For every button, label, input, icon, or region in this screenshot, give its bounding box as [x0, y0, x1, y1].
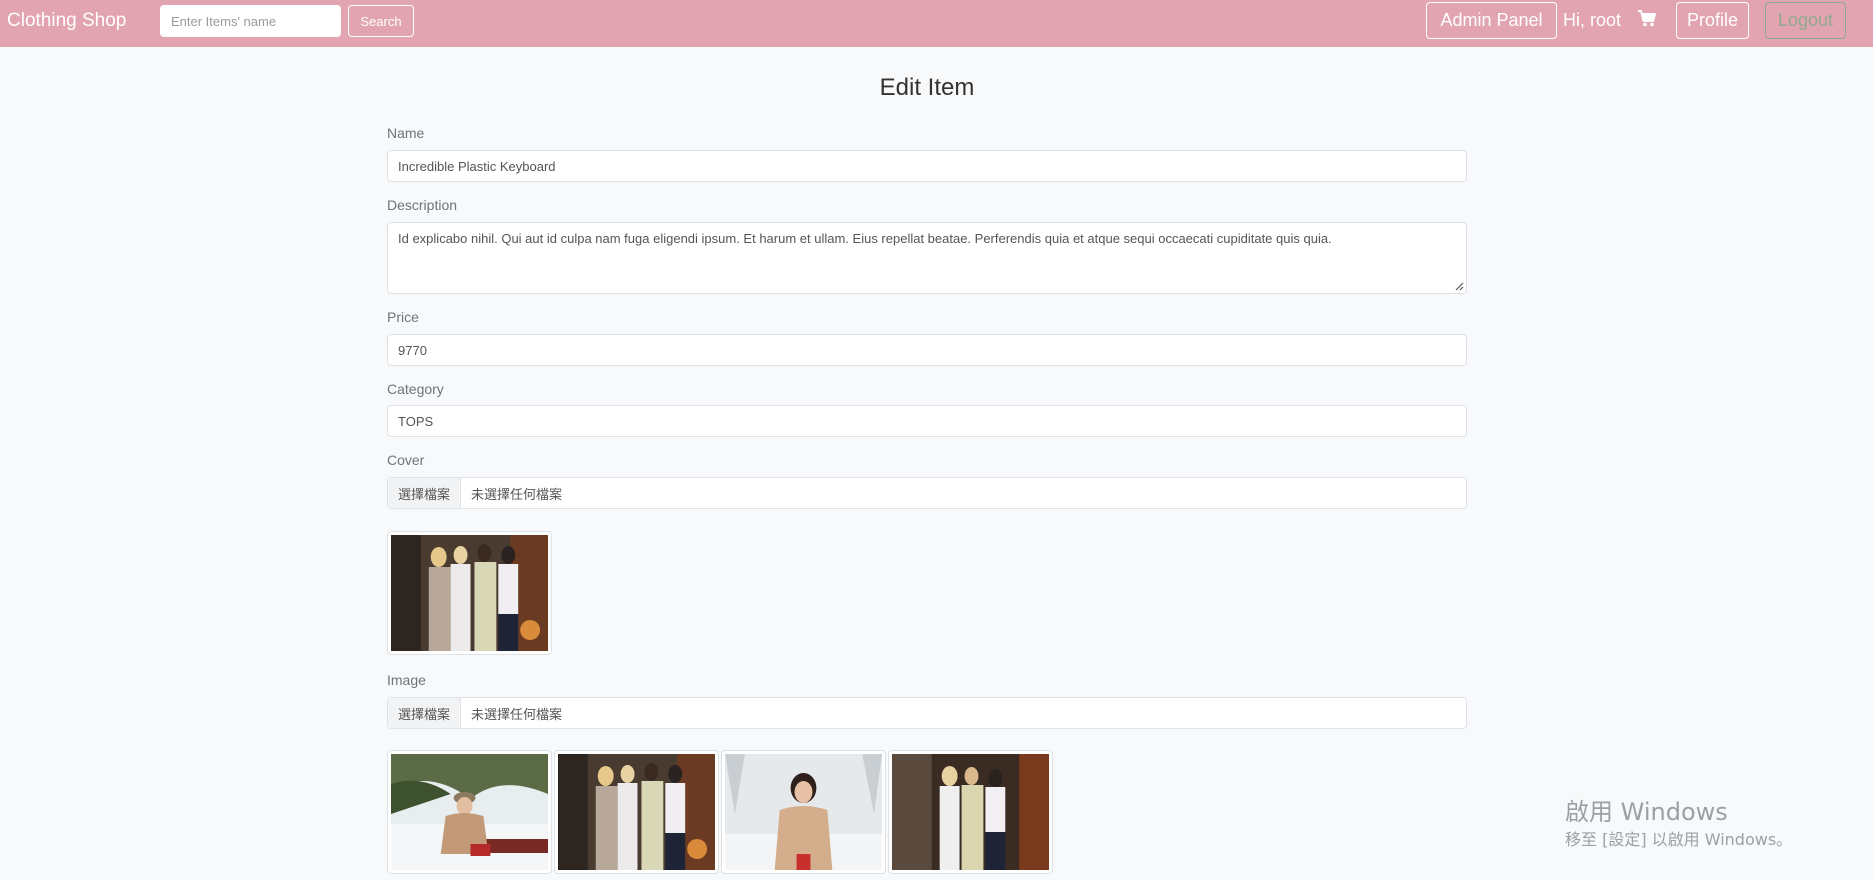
profile-button[interactable]: Profile: [1676, 2, 1749, 39]
admin-panel-button[interactable]: Admin Panel: [1426, 2, 1557, 39]
cover-file-status: 未選擇任何檔案: [471, 486, 563, 502]
price-field[interactable]: 9770: [387, 334, 1467, 366]
user-greeting: Hi, root: [1563, 10, 1622, 30]
cover-image: [387, 531, 552, 655]
cover-choose-file-button[interactable]: 選擇檔案: [388, 478, 462, 508]
name-value: Incredible Plastic Keyboard: [398, 158, 556, 174]
gallery-image: [721, 750, 886, 874]
description-label: Description: [387, 197, 458, 213]
navbar: Clothing Shop Search Admin Panel Hi, roo…: [0, 0, 1873, 47]
category-field[interactable]: TOPS: [387, 405, 1467, 437]
image-choose-file-button[interactable]: 選擇檔案: [388, 698, 462, 728]
cover-label: Cover: [387, 452, 425, 468]
name-field[interactable]: Incredible Plastic Keyboard: [387, 150, 1467, 182]
gallery-image: [387, 750, 552, 874]
category-value: TOPS: [398, 413, 434, 429]
page-title: Edit Item: [879, 74, 975, 101]
logout-button[interactable]: Logout: [1765, 2, 1846, 39]
image-file-status: 未選擇任何檔案: [471, 706, 563, 722]
cover-file-input[interactable]: 選擇檔案 未選擇任何檔案: [387, 477, 1467, 509]
windows-activation-title: 啟用 Windows: [1565, 798, 1728, 826]
category-label: Category: [387, 381, 444, 397]
description-field[interactable]: Id explicabo nihil. Qui aut id culpa nam…: [387, 222, 1467, 294]
brand-logo[interactable]: Clothing Shop: [7, 10, 126, 32]
gallery-image: [554, 750, 719, 874]
search-button[interactable]: Search: [348, 5, 414, 37]
resize-handle-icon[interactable]: [1454, 281, 1464, 291]
search-input[interactable]: [160, 5, 341, 37]
description-value: Id explicabo nihil. Qui aut id culpa nam…: [398, 231, 1332, 246]
image-label: Image: [387, 672, 426, 688]
windows-activation-subtitle: 移至 [設定] 以啟用 Windows。: [1565, 830, 1793, 849]
name-label: Name: [387, 125, 425, 141]
cart-icon[interactable]: [1637, 9, 1657, 27]
gallery-image: [888, 750, 1053, 874]
image-file-input[interactable]: 選擇檔案 未選擇任何檔案: [387, 697, 1467, 729]
price-label: Price: [387, 309, 419, 325]
price-value: 9770: [398, 342, 427, 358]
